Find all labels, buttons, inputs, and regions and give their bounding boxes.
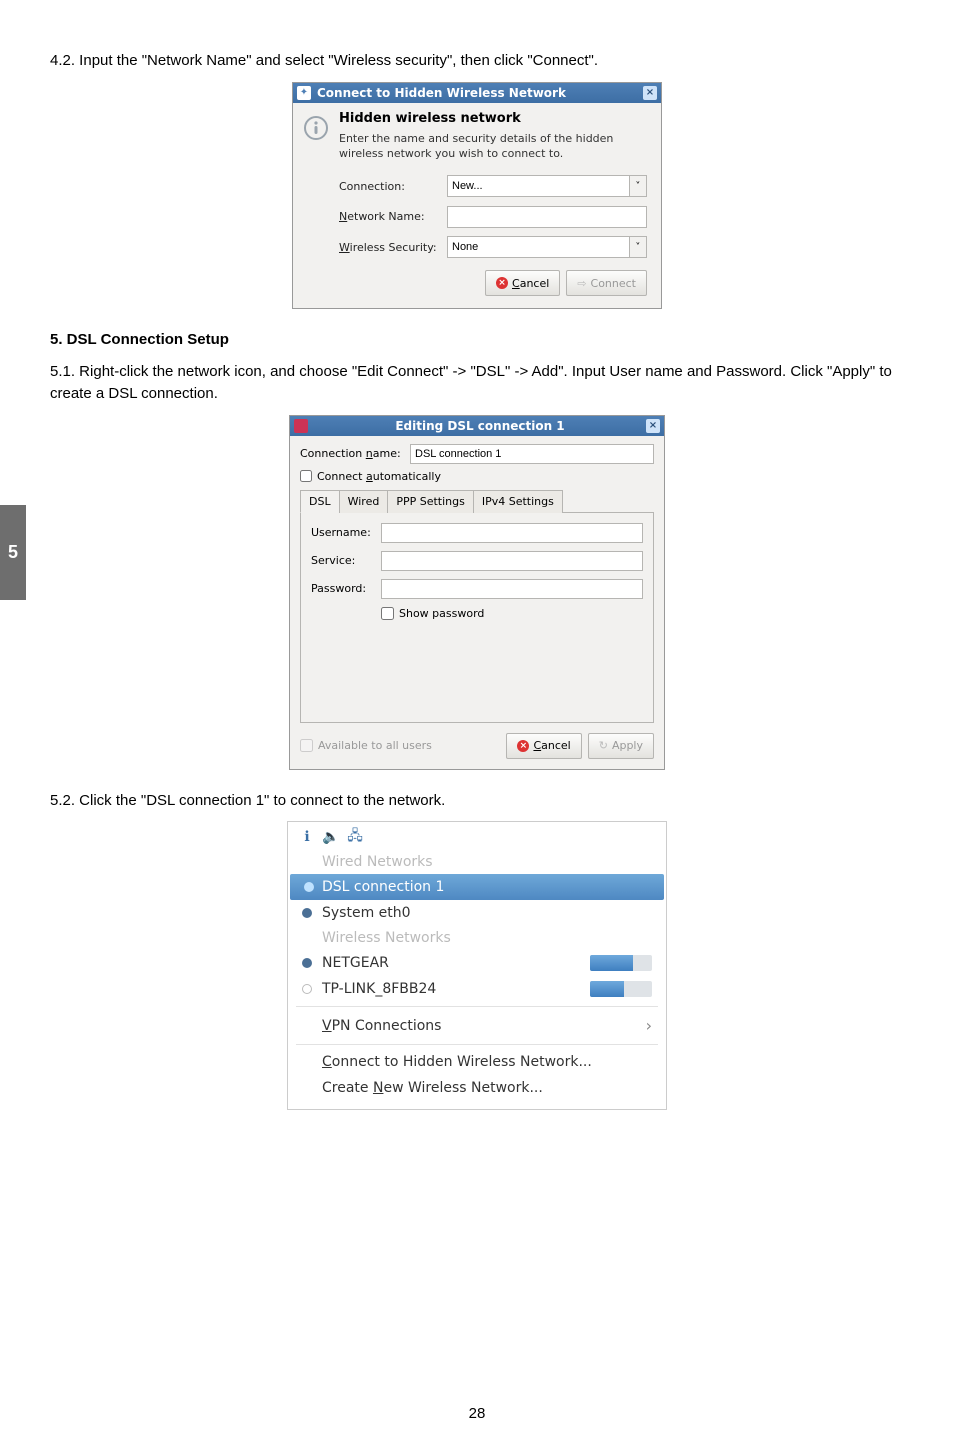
dialog-dsl-editor: Editing DSL connection 1 × Connection na… [289, 415, 665, 770]
figure-dsl-editor: Editing DSL connection 1 × Connection na… [50, 415, 904, 770]
cancel-button[interactable]: × Cancel [506, 733, 581, 759]
separator [296, 1006, 658, 1007]
label-password: Password: [311, 582, 381, 595]
dlg1-description: Enter the name and security details of t… [339, 132, 647, 162]
label-service: Service: [311, 554, 381, 567]
radio-icon [302, 984, 312, 994]
dlg1-title: Connect to Hidden Wireless Network [317, 86, 566, 100]
label-network-name: Network Name: [339, 210, 447, 223]
label-connection-name: Connection name: [300, 447, 410, 460]
show-password-checkbox[interactable] [381, 607, 394, 620]
dialog-hidden-wireless: ✦ Connect to Hidden Wireless Network × H… [292, 82, 662, 310]
connection-value[interactable] [447, 175, 629, 197]
heading-5: 5. DSL Connection Setup [50, 329, 904, 351]
separator [296, 1044, 658, 1045]
menu-item-vpn[interactable]: VPN Connections [288, 1011, 666, 1040]
menu-item-dsl-connection[interactable]: DSL connection 1 [290, 874, 664, 900]
label-username: Username: [311, 526, 381, 539]
tab-wired[interactable]: Wired [339, 490, 389, 513]
connect-button[interactable]: ⇨ Connect [566, 270, 647, 296]
step-4-2-text: 4.2. Input the "Network Name" and select… [50, 50, 904, 72]
dlg2-title: Editing DSL connection 1 [314, 419, 646, 433]
wireless-security-combo[interactable]: ˅ [447, 236, 647, 258]
sound-icon: 🔈 [322, 828, 340, 846]
dsl-tabs: DSL Wired PPP Settings IPv4 Settings [300, 489, 654, 513]
cancel-button[interactable]: × Cancel [485, 270, 560, 296]
service-input[interactable] [381, 551, 643, 571]
step-5-1-text: 5.1. Right-click the network icon, and c… [50, 361, 904, 405]
tab-dsl[interactable]: DSL [300, 490, 340, 513]
label-show-password: Show password [399, 607, 484, 620]
dlg2-titlebar: Editing DSL connection 1 × [290, 416, 664, 436]
step-5-2-text: 5.2. Click the "DSL connection 1" to con… [50, 790, 904, 812]
info-icon [303, 111, 333, 297]
menu-item-netgear[interactable]: NETGEAR [288, 950, 666, 976]
radio-icon [304, 882, 314, 892]
page-number: 28 [0, 1405, 954, 1422]
tab-ipv4-settings[interactable]: IPv4 Settings [473, 490, 563, 513]
section-wireless-networks: Wireless Networks [288, 926, 666, 950]
menu-item-connect-hidden[interactable]: Connect to Hidden Wireless Network... [288, 1049, 666, 1075]
label-available-all-users: Available to all users [318, 739, 432, 752]
dlg1-heading: Hidden wireless network [339, 111, 647, 126]
network-menu: ℹ 🔈 🖧 Wired Networks DSL connection 1 Sy… [287, 821, 667, 1110]
connection-name-input[interactable] [410, 444, 654, 464]
chevron-down-icon[interactable]: ˅ [629, 175, 647, 197]
signal-strength-icon [590, 981, 652, 997]
menu-item-create-network[interactable]: Create New Wireless Network... [288, 1075, 666, 1101]
info-icon: ℹ [298, 828, 316, 846]
signal-strength-icon [590, 955, 652, 971]
network-icon: ✦ [297, 86, 311, 100]
tab-ppp-settings[interactable]: PPP Settings [387, 490, 474, 513]
password-input[interactable] [381, 579, 643, 599]
chevron-down-icon[interactable]: ˅ [629, 236, 647, 258]
menu-item-tplink[interactable]: TP-LINK_8FBB24 [288, 976, 666, 1002]
tabpanel-dsl: Username: Service: Password: Show passwo… [300, 513, 654, 723]
network-icon[interactable]: 🖧 [346, 828, 364, 846]
wireless-security-value[interactable] [447, 236, 629, 258]
radio-icon [302, 958, 312, 968]
tray-icons: ℹ 🔈 🖧 [288, 828, 666, 850]
connect-icon: ⇨ [577, 277, 586, 290]
label-wireless-security: Wireless Security: [339, 241, 447, 254]
available-all-users-checkbox [300, 739, 313, 752]
figure-network-menu: ℹ 🔈 🖧 Wired Networks DSL connection 1 Sy… [50, 821, 904, 1110]
app-icon [294, 419, 308, 433]
close-icon[interactable]: × [646, 419, 660, 433]
cancel-icon: × [496, 277, 508, 289]
connect-automatically-checkbox[interactable] [300, 470, 312, 482]
apply-icon: ↻ [599, 739, 608, 752]
menu-item-system-eth0[interactable]: System eth0 [288, 900, 666, 926]
label-connection: Connection: [339, 180, 447, 193]
username-input[interactable] [381, 523, 643, 543]
chapter-tab: 5 [0, 505, 26, 600]
network-name-input[interactable] [447, 206, 647, 228]
section-wired-networks: Wired Networks [288, 850, 666, 874]
close-icon[interactable]: × [643, 86, 657, 100]
cancel-icon: × [517, 740, 529, 752]
dlg1-titlebar: ✦ Connect to Hidden Wireless Network × [293, 83, 661, 103]
apply-button[interactable]: ↻ Apply [588, 733, 654, 759]
connection-combo[interactable]: ˅ [447, 175, 647, 197]
label-connect-automatically: Connect automatically [317, 470, 441, 483]
figure-hidden-wireless: ✦ Connect to Hidden Wireless Network × H… [50, 82, 904, 310]
radio-icon [302, 908, 312, 918]
